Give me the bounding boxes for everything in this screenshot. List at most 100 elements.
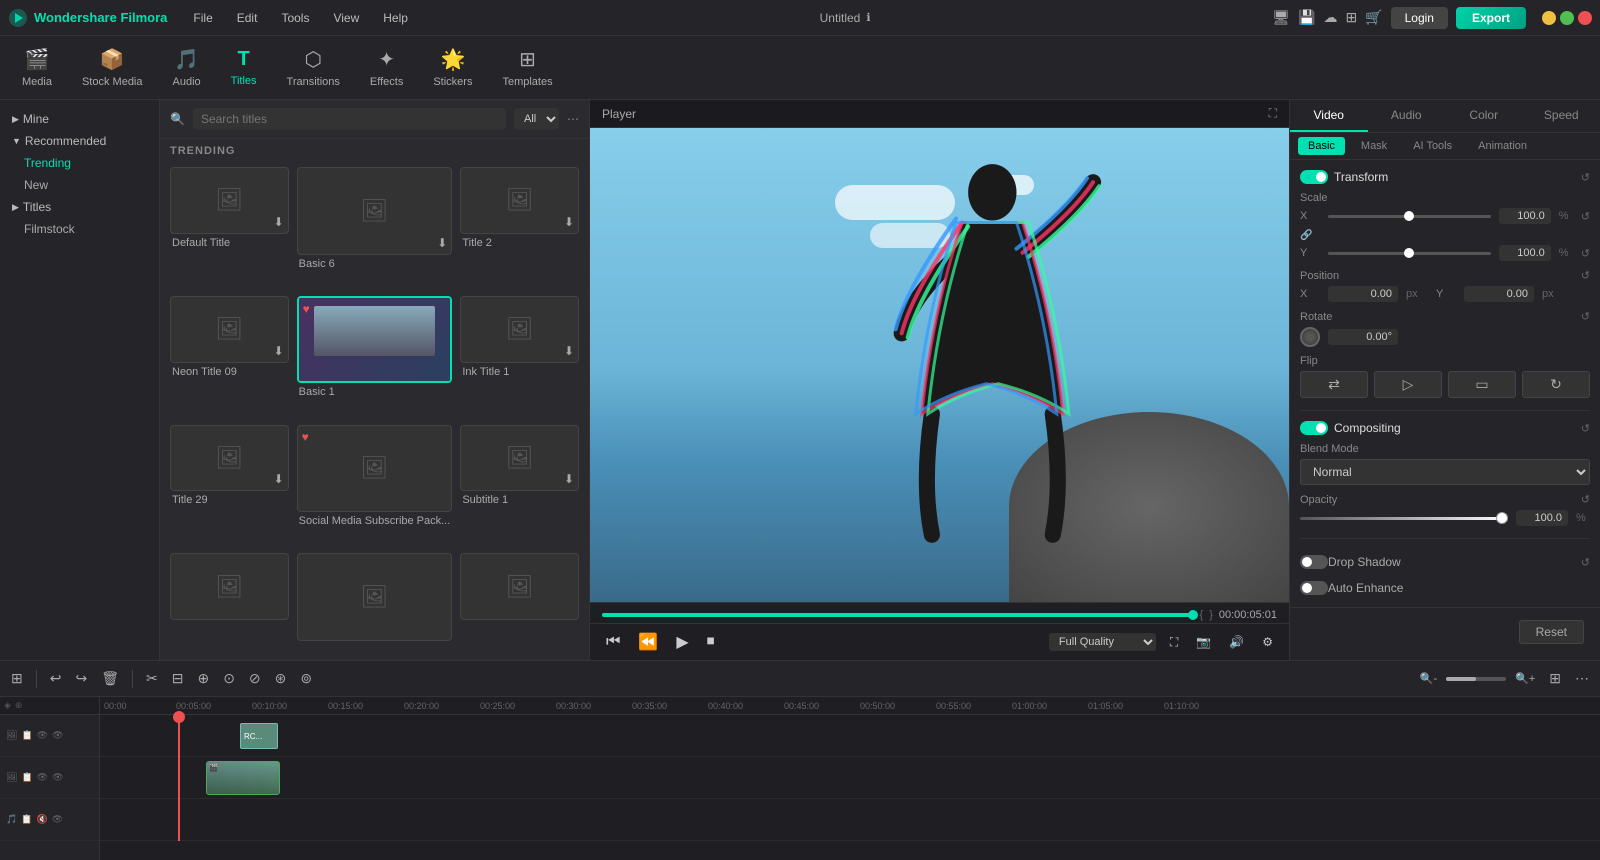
list-item[interactable]: 🖼 ⬇ Neon Title 09 — [170, 296, 289, 417]
track2-icon3[interactable]: 👁 — [37, 772, 48, 783]
menu-file[interactable]: File — [183, 7, 222, 29]
sidebar-item-filmstock[interactable]: Filmstock — [0, 218, 159, 240]
left-section-recommended[interactable]: ▼ Recommended — [0, 130, 159, 152]
reset-button[interactable]: Reset — [1519, 620, 1584, 644]
flip-btn-4[interactable]: ↻ — [1522, 371, 1590, 398]
download-icon[interactable]: ⬇ — [564, 344, 574, 358]
subtab-animation[interactable]: Animation — [1468, 137, 1537, 155]
list-item[interactable]: 🖼 — [170, 553, 289, 656]
track3-icon2[interactable]: 📋 — [21, 814, 32, 825]
tl-grid-button[interactable]: ⊞ — [1544, 667, 1566, 690]
thumbnail-empty2[interactable]: 🖼 — [297, 553, 453, 641]
list-item[interactable]: 🖼 ⬇ Basic 6 — [297, 167, 453, 288]
list-item[interactable]: 🖼 ♥ Social Media Subscribe Pack... — [297, 425, 453, 546]
maximize-button[interactable] — [1560, 11, 1574, 25]
settings-button[interactable]: ⚙ — [1258, 633, 1277, 651]
scale-x-slider[interactable] — [1328, 215, 1491, 218]
list-item[interactable]: 🖼 ⬇ Ink Title 1 — [460, 296, 579, 417]
blend-mode-select[interactable]: Normal Dissolve Multiply Screen Overlay — [1300, 459, 1590, 485]
track3-icon4[interactable]: 👁 — [52, 814, 63, 825]
fullscreen-button[interactable]: ⛶ — [1166, 633, 1182, 652]
list-item[interactable]: 🖼 ⬇ Title 2 — [460, 167, 579, 288]
opacity-input[interactable] — [1516, 510, 1568, 526]
tab-video[interactable]: Video — [1290, 100, 1368, 132]
skip-back-button[interactable]: ⏮ — [602, 631, 624, 653]
thumbnail-default-title[interactable]: 🖼 ⬇ — [170, 167, 289, 234]
playhead[interactable] — [178, 715, 180, 841]
toolbar-titles[interactable]: T Titles — [217, 42, 271, 93]
close-button[interactable] — [1578, 11, 1592, 25]
subtab-basic[interactable]: Basic — [1298, 137, 1345, 155]
left-section-mine[interactable]: ▶ Mine — [0, 108, 159, 130]
download-icon[interactable]: ⬇ — [274, 215, 284, 229]
position-reset[interactable]: ↺ — [1581, 269, 1590, 282]
tl-settings-button[interactable]: ⋯ — [1570, 667, 1594, 690]
transform-reset-icon[interactable]: ↺ — [1581, 171, 1590, 184]
step-back-button[interactable]: ⏪ — [634, 630, 662, 654]
list-item[interactable]: 🖼 — [460, 553, 579, 656]
list-item[interactable]: 🖼 ⬇ Title 29 — [170, 425, 289, 546]
icon-grid[interactable]: ⊞ — [1345, 9, 1357, 26]
bracket-close[interactable]: } — [1209, 609, 1213, 621]
flip-btn-3[interactable]: ▭ — [1448, 371, 1516, 398]
thumbnail-title29[interactable]: 🖼 ⬇ — [170, 425, 289, 492]
compositing-toggle[interactable] — [1300, 421, 1328, 435]
list-item[interactable]: 🖼 — [297, 553, 453, 656]
menu-edit[interactable]: Edit — [227, 7, 268, 29]
search-input[interactable] — [193, 108, 506, 130]
toolbar-transitions[interactable]: ⬡ Transitions — [273, 41, 354, 94]
tab-audio[interactable]: Audio — [1368, 100, 1446, 132]
menu-tools[interactable]: Tools — [271, 7, 319, 29]
thumbnail-empty3[interactable]: 🖼 — [460, 553, 579, 620]
stop-button[interactable]: ⏹ — [703, 631, 719, 653]
expand-icon[interactable]: ⛶ — [1269, 106, 1277, 121]
track3-icon3[interactable]: 🔇 — [36, 814, 47, 825]
track3-icon1[interactable]: 🎵 — [6, 814, 17, 825]
rotate-wheel[interactable] — [1300, 327, 1320, 347]
title-clip[interactable]: RC... — [240, 723, 278, 749]
icon-cart[interactable]: 🛒 — [1365, 9, 1382, 26]
icon-monitor[interactable]: 🖥 — [1272, 9, 1290, 26]
snapshot-button[interactable]: 📷 — [1192, 633, 1215, 651]
track2-icon1[interactable]: 🖼 — [6, 772, 17, 783]
tl-redo-button[interactable]: ↪ — [70, 667, 92, 690]
play-button[interactable]: ▶ — [672, 630, 692, 654]
thumbnail-ink[interactable]: 🖼 ⬇ — [460, 296, 579, 363]
download-icon[interactable]: ⬇ — [274, 344, 284, 358]
icon-cloud[interactable]: ☁ — [1323, 9, 1337, 26]
thumbnail-basic1[interactable]: ♥ — [297, 296, 453, 384]
pos-x-input[interactable] — [1328, 286, 1398, 302]
scale-y-slider[interactable] — [1328, 252, 1491, 255]
tl-zoom-in-button[interactable]: 🔍+ — [1510, 669, 1540, 688]
scale-x-input[interactable] — [1499, 208, 1551, 224]
thumbnail-subtitle[interactable]: 🖼 ⬇ — [460, 425, 579, 492]
list-item[interactable]: ♥ Basic 1 — [297, 296, 453, 417]
download-icon[interactable]: ⬇ — [274, 472, 284, 486]
tl-more-button[interactable]: ⊚ — [295, 667, 317, 690]
tl-cut-button[interactable]: ✂ — [141, 667, 163, 690]
opacity-reset[interactable]: ↺ — [1581, 493, 1590, 506]
thumbnail-empty1[interactable]: 🖼 — [170, 553, 289, 620]
pos-y-input[interactable] — [1464, 286, 1534, 302]
thumbnail-neon[interactable]: 🖼 ⬇ — [170, 296, 289, 363]
video-clip[interactable]: 🎬 — [206, 761, 280, 795]
tl-zoom-slider[interactable] — [1446, 677, 1506, 681]
list-item[interactable]: 🖼 ⬇ Subtitle 1 — [460, 425, 579, 546]
seek-bar[interactable] — [602, 613, 1194, 617]
toolbar-templates[interactable]: ⊞ Templates — [488, 41, 566, 94]
flip-horizontal-button[interactable]: ⇄ — [1300, 371, 1368, 398]
menu-view[interactable]: View — [323, 7, 369, 29]
rotate-input[interactable] — [1328, 329, 1398, 345]
opacity-slider[interactable] — [1300, 517, 1508, 520]
more-options-icon[interactable]: ⋯ — [567, 112, 579, 126]
icon-save[interactable]: 💾 — [1298, 9, 1315, 26]
tl-crop-button[interactable]: ⊘ — [244, 667, 266, 690]
toolbar-stock[interactable]: 📦 Stock Media — [68, 41, 157, 94]
scale-link-icon[interactable]: 🔗 — [1300, 230, 1312, 241]
download-icon[interactable]: ⬇ — [437, 236, 447, 250]
sidebar-item-new[interactable]: New — [0, 174, 159, 196]
toolbar-stickers[interactable]: 🌟 Stickers — [419, 41, 486, 94]
tl-add-button[interactable]: ⊕ — [192, 667, 214, 690]
left-section-titles[interactable]: ▶ Titles — [0, 196, 159, 218]
track1-icon1[interactable]: 🖼 — [6, 730, 17, 741]
